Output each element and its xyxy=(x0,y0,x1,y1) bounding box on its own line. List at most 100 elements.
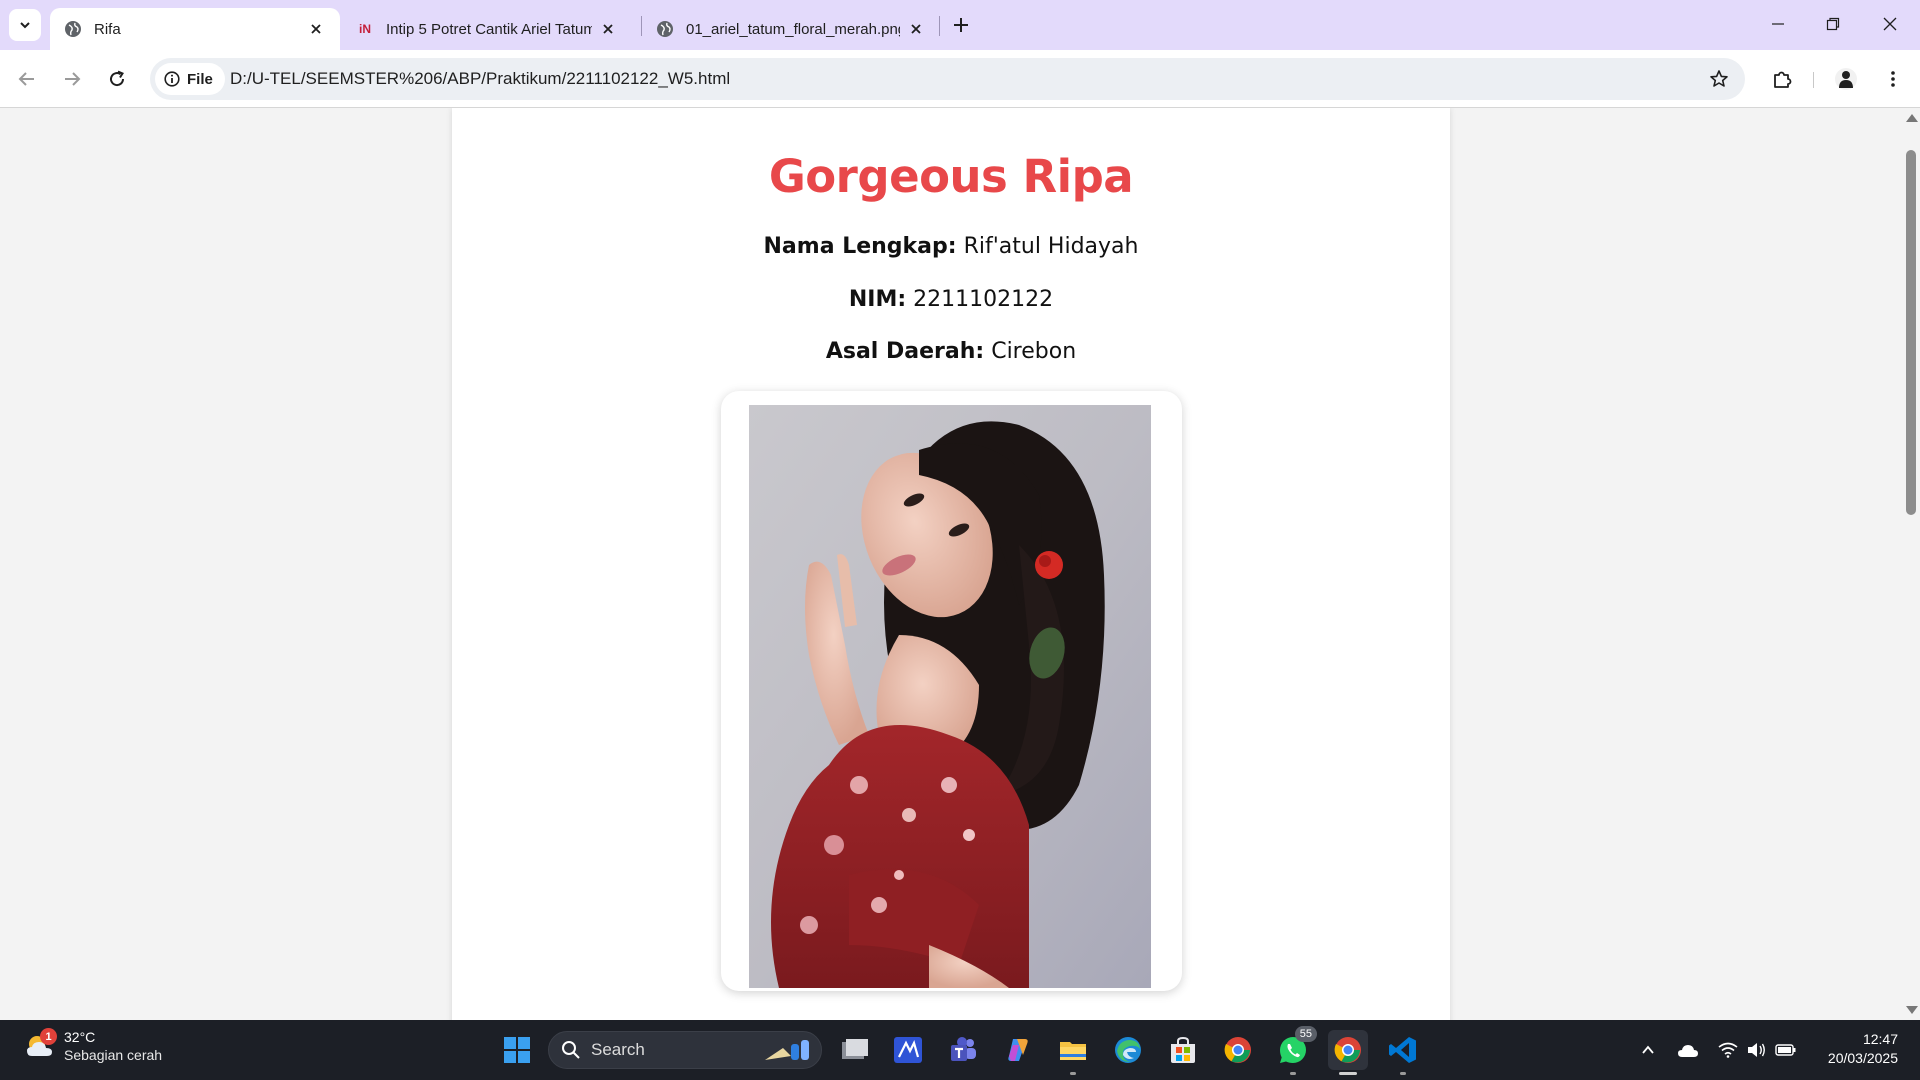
info-label: NIM: xyxy=(848,287,907,312)
close-tab-icon[interactable] xyxy=(906,19,926,39)
scrollbar-thumb[interactable] xyxy=(1906,150,1916,515)
notification-badge: 55 xyxy=(1294,1026,1317,1042)
scroll-down-arrow[interactable] xyxy=(1906,1006,1918,1014)
text-editor-icon xyxy=(894,1037,922,1063)
windows-logo-icon xyxy=(504,1037,530,1063)
onedrive-tray-icon[interactable] xyxy=(1676,1038,1700,1062)
close-icon xyxy=(1883,17,1897,31)
site-info-chip[interactable]: File xyxy=(155,63,225,95)
app-running-indicator xyxy=(1070,1072,1076,1075)
profile-card: Gorgeous Ripa Nama Lengkap: Rif'atul Hid… xyxy=(452,108,1450,1020)
teams-icon xyxy=(951,1037,976,1061)
info-full-name: Nama Lengkap: Rif'atul Hidayah xyxy=(452,234,1450,259)
search-placeholder: Search xyxy=(591,1040,645,1059)
chevron-up-icon xyxy=(1642,1045,1654,1054)
battery-tray-icon[interactable] xyxy=(1774,1038,1798,1062)
profile-avatar-icon xyxy=(1835,68,1857,90)
browser-toolbar: File D:/U-TEL/SEEMSTER%206/ABP/Praktikum… xyxy=(0,50,1920,108)
taskbar-app-store[interactable] xyxy=(1163,1030,1203,1070)
tab-ariel-tatum-article[interactable]: iN Intip 5 Potret Cantik Ariel Tatum xyxy=(342,8,632,50)
taskbar-app-text-editor[interactable] xyxy=(888,1030,928,1070)
task-view-icon xyxy=(842,1039,868,1059)
battery-charging-icon xyxy=(1775,1044,1796,1056)
arrow-right-icon xyxy=(65,72,81,86)
bookmark-star-button[interactable] xyxy=(1707,67,1731,91)
taskbar-app-file-explorer[interactable] xyxy=(1053,1030,1093,1075)
more-vertical-icon xyxy=(1891,71,1895,87)
wifi-tray-icon[interactable] xyxy=(1716,1038,1740,1062)
weather-badge: 1 xyxy=(40,1028,57,1045)
restore-icon xyxy=(1826,17,1840,31)
scroll-up-arrow[interactable] xyxy=(1906,114,1918,122)
restore-button[interactable] xyxy=(1813,8,1853,40)
tab-title: Intip 5 Potret Cantik Ariel Tatum xyxy=(386,20,592,38)
search-highlight-icon xyxy=(765,1040,809,1060)
vertical-scrollbar[interactable] xyxy=(1902,108,1920,1020)
cloud-icon xyxy=(1678,1045,1698,1057)
reload-button[interactable] xyxy=(101,63,133,95)
tab-title: Rifa xyxy=(94,20,121,38)
reload-icon xyxy=(110,70,125,87)
tab-floral-image[interactable]: 01_ariel_tatum_floral_merah.png xyxy=(642,8,940,50)
taskbar-search[interactable]: Search xyxy=(548,1031,822,1069)
volume-tray-icon[interactable] xyxy=(1745,1038,1769,1062)
taskbar-app-edge[interactable] xyxy=(1108,1030,1148,1070)
chrome-icon xyxy=(1334,1037,1361,1063)
taskbar-app-teams[interactable] xyxy=(943,1030,983,1070)
menu-button[interactable] xyxy=(1877,63,1909,95)
edge-icon xyxy=(1115,1037,1141,1063)
clock-time: 12:47 xyxy=(1862,1031,1898,1047)
star-icon xyxy=(1710,70,1728,87)
weather-temperature: 32°C xyxy=(64,1029,96,1045)
back-button[interactable] xyxy=(11,63,43,95)
chevron-down-icon xyxy=(20,22,30,29)
profile-button[interactable] xyxy=(1830,63,1862,95)
folder-icon xyxy=(1060,1042,1086,1060)
vscode-icon xyxy=(1389,1037,1416,1063)
tab-rifa[interactable]: Rifa xyxy=(50,8,340,50)
info-icon xyxy=(164,71,180,87)
taskbar-app-chrome-active[interactable] xyxy=(1328,1030,1368,1075)
task-view-button[interactable] xyxy=(835,1030,875,1070)
weather-icon: 1 xyxy=(24,1028,57,1062)
puzzle-icon xyxy=(1774,71,1792,88)
forward-button[interactable] xyxy=(56,63,88,95)
close-window-button[interactable] xyxy=(1870,8,1910,40)
toolbar-divider xyxy=(1813,72,1814,88)
close-tab-icon[interactable] xyxy=(598,19,618,39)
taskbar-app-whatsapp[interactable]: 55 xyxy=(1273,1026,1317,1075)
start-button[interactable] xyxy=(497,1030,537,1070)
taskbar-app-chrome[interactable] xyxy=(1218,1030,1258,1070)
show-hidden-icons-button[interactable] xyxy=(1636,1038,1660,1062)
store-icon xyxy=(1171,1036,1195,1063)
url-text[interactable]: D:/U-TEL/SEEMSTER%206/ABP/Praktikum/2211… xyxy=(230,69,730,89)
windows-taskbar: 1 32°C Sebagian cerah Search 55 12:47 20… xyxy=(0,1020,1920,1080)
tab-title: 01_ariel_tatum_floral_merah.png xyxy=(686,20,900,38)
chrome-icon xyxy=(1224,1037,1251,1063)
info-label: Asal Daerah: xyxy=(825,339,985,364)
copilot-icon xyxy=(1008,1039,1028,1061)
address-bar[interactable]: File D:/U-TEL/SEEMSTER%206/ABP/Praktikum… xyxy=(150,58,1745,100)
tab-search-button[interactable] xyxy=(9,9,41,41)
taskbar-app-copilot[interactable] xyxy=(998,1030,1038,1070)
photo-frame xyxy=(721,391,1182,991)
info-region: Asal Daerah: Cirebon xyxy=(452,339,1450,364)
app-running-indicator xyxy=(1290,1072,1296,1075)
close-tab-icon[interactable] xyxy=(306,19,326,39)
taskbar-app-vscode[interactable] xyxy=(1383,1030,1423,1075)
info-label: Nama Lengkap: xyxy=(763,234,957,259)
tab-strip: Rifa iN Intip 5 Potret Cantik Ariel Tatu… xyxy=(0,0,1920,50)
app-running-indicator xyxy=(1339,1072,1357,1075)
new-tab-button[interactable] xyxy=(948,12,974,38)
site-chip-label: File xyxy=(187,70,213,88)
page-viewport: Gorgeous Ripa Nama Lengkap: Rif'atul Hid… xyxy=(0,108,1902,1020)
minimize-button[interactable] xyxy=(1758,8,1798,40)
weather-widget[interactable]: 1 32°C Sebagian cerah xyxy=(24,1028,162,1064)
system-clock[interactable]: 12:47 20/03/2025 xyxy=(1828,1030,1898,1068)
minimize-icon xyxy=(1772,23,1784,25)
app-running-indicator xyxy=(1400,1072,1406,1075)
clock-date: 20/03/2025 xyxy=(1827,1050,1898,1066)
extensions-button[interactable] xyxy=(1766,63,1798,95)
info-nim: NIM: 2211102122 xyxy=(452,287,1450,312)
search-icon xyxy=(562,1041,580,1059)
